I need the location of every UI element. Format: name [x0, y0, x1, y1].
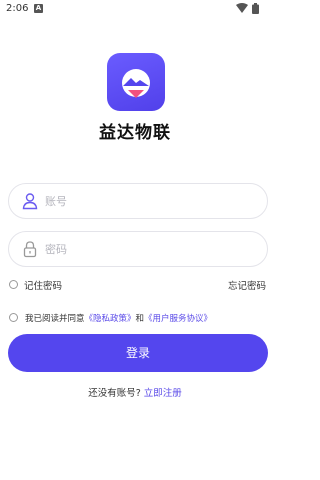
account-field[interactable] [8, 183, 268, 219]
agreement-checkbox[interactable] [9, 313, 18, 322]
status-time: 2:06 [6, 3, 29, 14]
user-icon [22, 193, 38, 210]
privacy-policy-link[interactable]: 《隐私政策》 [85, 314, 136, 324]
agreement-conjunction: 和 [135, 314, 145, 324]
battery-icon [252, 3, 259, 14]
lock-icon [23, 241, 37, 258]
app-logo-icon [107, 53, 165, 111]
status-bar: 2:06 A [0, 0, 270, 18]
forgot-password-link[interactable]: 忘记密码 [228, 278, 266, 292]
agreement-prefix: 我已阅读并同意 [25, 314, 85, 324]
remember-password-label[interactable]: 记住密码 [24, 278, 62, 292]
user-service-agreement-link[interactable]: 《用户服务协议》 [144, 314, 212, 324]
logo-mark [122, 69, 150, 98]
remember-password-checkbox[interactable] [9, 280, 18, 289]
agreement-text: 我已阅读并同意《隐私政策》和《用户服务协议》 [25, 312, 212, 324]
notification-icon: A [34, 4, 43, 13]
password-field[interactable] [8, 231, 268, 267]
password-input[interactable] [45, 232, 255, 266]
login-button[interactable]: 登录 [8, 334, 268, 372]
app-name: 益达物联 [99, 123, 171, 143]
register-prompt-line: 还没有账号? 立即注册 [0, 385, 270, 399]
register-link[interactable]: 立即注册 [144, 388, 182, 399]
account-input[interactable] [45, 184, 255, 218]
wifi-icon [236, 3, 248, 13]
register-prompt: 还没有账号? [88, 388, 141, 399]
